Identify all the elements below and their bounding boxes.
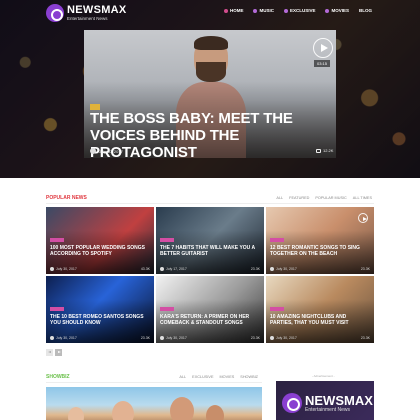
news-card[interactable]: The 10 best romeo santos songs you shoul… bbox=[46, 276, 154, 343]
home-icon bbox=[223, 8, 228, 13]
news-card[interactable]: 10 amazing nightclubs and parties, that … bbox=[266, 276, 374, 343]
popular-news-heading: POPULAR NEWS bbox=[46, 195, 87, 201]
ad-logo: NEWSMAX Entertainment News bbox=[282, 393, 373, 413]
section-divider bbox=[46, 382, 262, 383]
video-duration: 03:15 bbox=[314, 60, 331, 67]
author-avatar bbox=[270, 267, 274, 271]
news-card-date: July 30, 2017 bbox=[166, 336, 187, 340]
author-avatar bbox=[270, 336, 274, 340]
showbiz-featured-image[interactable] bbox=[46, 387, 262, 420]
nav-music-label: MUSIC bbox=[259, 8, 274, 13]
logo-icon bbox=[46, 4, 64, 22]
news-card-meta: July 30, 2017 bbox=[270, 336, 297, 340]
author-avatar bbox=[50, 267, 54, 271]
nav-home-label: HOME bbox=[229, 8, 244, 13]
ad-tagline: Entertainment News bbox=[305, 406, 351, 413]
nav-music[interactable]: MUSIC bbox=[253, 8, 274, 13]
section-divider bbox=[46, 203, 374, 204]
movies-icon bbox=[325, 8, 330, 13]
news-card-count: 23.3K bbox=[140, 336, 150, 340]
filter-all-times[interactable]: ALL TIMES bbox=[353, 196, 372, 200]
filter-all[interactable]: ALL bbox=[276, 196, 283, 200]
nav-exclusive[interactable]: EXCLUSIVE bbox=[283, 8, 316, 13]
news-card-date: July 30, 2017 bbox=[56, 267, 77, 271]
news-card-count: 23.3K bbox=[250, 336, 260, 340]
popular-news-grid: 100 most popular wedding songs according… bbox=[46, 207, 374, 343]
site-logo[interactable]: NEWSMAX Entertainment News bbox=[46, 4, 127, 22]
filter-featured[interactable]: FEATURED bbox=[289, 196, 309, 200]
play-icon[interactable] bbox=[313, 38, 333, 58]
exclusive-icon bbox=[283, 8, 288, 13]
featured-title[interactable]: THE BOSS BABY: MEET THE VOICES BEHIND TH… bbox=[90, 110, 330, 161]
news-card-count: 23.3K bbox=[360, 336, 370, 340]
next-page-button[interactable] bbox=[55, 349, 62, 356]
author-avatar bbox=[50, 336, 54, 340]
comment-icon bbox=[316, 148, 321, 153]
author-avatar bbox=[160, 336, 164, 340]
top-navigation: NEWSMAX Entertainment News HOME MUSIC EX… bbox=[0, 0, 420, 26]
news-card-date: July 30, 2017 bbox=[276, 267, 297, 271]
news-card-title[interactable]: 10 amazing nightclubs and parties, that … bbox=[270, 314, 370, 326]
featured-date: July 30, 2017 bbox=[99, 148, 123, 154]
popular-filters: ALL FEATURED POPULAR MUSIC ALL TIMES bbox=[276, 196, 372, 200]
main-menu: HOME MUSIC EXCLUSIVE MOVIES BLOG bbox=[223, 8, 372, 13]
category-tag[interactable] bbox=[270, 307, 284, 311]
nav-home[interactable]: HOME bbox=[223, 8, 244, 13]
news-card[interactable]: 12 best romantic songs to sing together … bbox=[266, 207, 374, 274]
news-card-title[interactable]: 12 best romantic songs to sing together … bbox=[270, 245, 370, 257]
logo-title: NEWSMAX bbox=[67, 3, 127, 16]
nav-movies[interactable]: MOVIES bbox=[325, 8, 349, 13]
news-card-count: 23.3K bbox=[250, 267, 260, 271]
news-card-meta: July 17, 2017 bbox=[160, 267, 187, 271]
filter-popular-music[interactable]: POPULAR MUSIC bbox=[315, 196, 346, 200]
hero-section: NEWSMAX Entertainment News HOME MUSIC EX… bbox=[0, 0, 420, 178]
news-card-title[interactable]: Kara's return: a primer on her comeback … bbox=[160, 314, 260, 326]
category-tag[interactable] bbox=[270, 238, 284, 242]
nav-blog-label: BLOG bbox=[359, 8, 372, 13]
featured-comments: 12.2K bbox=[316, 148, 333, 153]
news-card-title[interactable]: 100 most popular wedding songs according… bbox=[50, 245, 150, 257]
news-card-meta: July 30, 2017 bbox=[50, 336, 77, 340]
nav-blog[interactable]: BLOG bbox=[359, 8, 372, 13]
music-icon bbox=[253, 8, 258, 13]
pagination bbox=[46, 349, 62, 356]
author-avatar bbox=[160, 267, 164, 271]
news-card-count: 43.3K bbox=[140, 267, 150, 271]
advertisement-banner[interactable]: NEWSMAX Entertainment News bbox=[276, 381, 374, 420]
news-card[interactable]: Kara's return: a primer on her comeback … bbox=[156, 276, 264, 343]
category-tag[interactable] bbox=[160, 238, 174, 242]
category-tag[interactable] bbox=[160, 307, 174, 311]
filter-exclusive[interactable]: EXCLUSIVE bbox=[192, 375, 213, 379]
filter-showbiz[interactable]: SHOWBIZ bbox=[240, 375, 258, 379]
logo-icon bbox=[282, 393, 302, 413]
news-card-meta: July 30, 2017 bbox=[270, 267, 297, 271]
nav-exclusive-label: EXCLUSIVE bbox=[289, 8, 316, 13]
category-tag[interactable] bbox=[50, 307, 64, 311]
ad-brand-name: NEWSMAX bbox=[305, 392, 373, 408]
prev-page-button[interactable] bbox=[46, 349, 53, 356]
news-card-date: July 17, 2017 bbox=[166, 267, 187, 271]
news-card-date: July 30, 2017 bbox=[276, 336, 297, 340]
play-icon[interactable] bbox=[358, 213, 368, 223]
news-card[interactable]: The 7 habits that will make you a better… bbox=[156, 207, 264, 274]
advertisement-label: - Advertisement - bbox=[312, 374, 335, 378]
showbiz-heading: SHOWBIZ bbox=[46, 374, 70, 380]
category-tag[interactable] bbox=[50, 238, 64, 242]
news-card-title[interactable]: The 10 best romeo santos songs you shoul… bbox=[50, 314, 150, 326]
comment-count: 12.2K bbox=[323, 148, 334, 153]
author-avatar[interactable] bbox=[90, 148, 96, 154]
news-card-count: 23.3K bbox=[360, 267, 370, 271]
filter-movies[interactable]: MOVIES bbox=[220, 375, 235, 379]
logo-tagline: Entertainment News bbox=[67, 15, 108, 21]
nav-movies-label: MOVIES bbox=[331, 8, 349, 13]
news-card-date: July 30, 2017 bbox=[56, 336, 77, 340]
news-card-meta: July 30, 2017 bbox=[160, 336, 187, 340]
showbiz-filters: ALL EXCLUSIVE MOVIES SHOWBIZ bbox=[179, 375, 258, 379]
news-card-title[interactable]: The 7 habits that will make you a better… bbox=[160, 245, 260, 257]
filter-all[interactable]: ALL bbox=[179, 375, 186, 379]
news-card-meta: July 30, 2017 bbox=[50, 267, 77, 271]
news-card[interactable]: 100 most popular wedding songs according… bbox=[46, 207, 154, 274]
featured-meta: July 30, 2017 bbox=[90, 148, 123, 154]
